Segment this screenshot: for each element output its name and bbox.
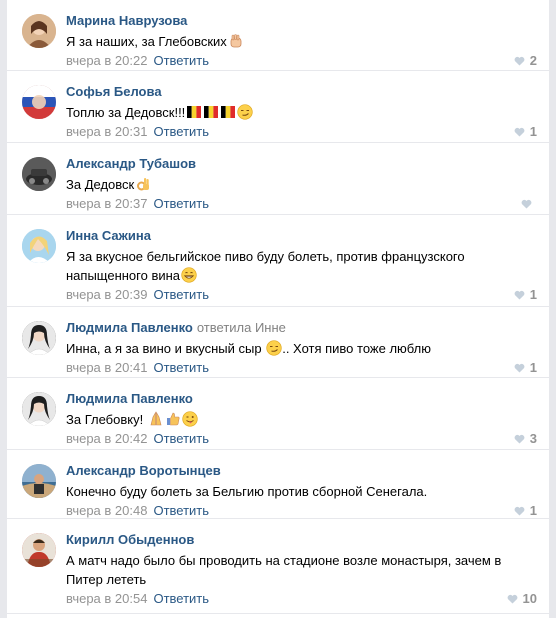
comment: Софья Белова Топлю за Дедовск!!! вчера в…	[7, 71, 549, 143]
comment-text: Я за наших, за Глебовских	[66, 32, 537, 51]
reply-button[interactable]: Ответить	[153, 503, 209, 518]
reply-button[interactable]: Ответить	[153, 360, 209, 375]
avatar[interactable]	[22, 229, 56, 263]
heart-icon	[514, 290, 525, 300]
comment: Александр Тубашов За Дедовск вчера в 20:…	[7, 143, 549, 215]
reply-to-label[interactable]: ответила Инне	[197, 320, 286, 335]
avatar[interactable]	[22, 85, 56, 119]
flag-belgium-icon	[220, 104, 236, 120]
comment-date[interactable]: вчера в 20:39	[66, 287, 147, 302]
like-count: 1	[529, 360, 537, 375]
like-button[interactable]: 1	[514, 359, 537, 377]
smirk-icon	[266, 340, 282, 356]
ok-hand-icon	[135, 176, 151, 192]
comment-text: За Глебовку!	[66, 410, 537, 429]
comment-date[interactable]: вчера в 20:48	[66, 503, 147, 518]
comments-list: Марина Наврузова Я за наших, за Глебовск…	[7, 0, 549, 614]
pray-icon	[148, 411, 164, 427]
like-count: 1	[529, 124, 537, 139]
heart-icon	[507, 594, 517, 604]
reply-button[interactable]: Ответить	[153, 53, 209, 68]
comment-text: Я за вкусное бельгийское пиво буду болет…	[66, 249, 465, 283]
like-button[interactable]	[521, 195, 537, 213]
comment: Кирилл Обыденнов А матч надо было бы про…	[7, 519, 549, 614]
comment-text: Топлю за Дедовск!!!	[66, 103, 537, 122]
heart-icon	[521, 199, 532, 209]
grin-icon	[181, 267, 197, 283]
flag-belgium-icon	[203, 104, 219, 120]
comment-text: Инна, а я за вино и вкусный сыр .. Хотя …	[66, 340, 431, 356]
wink-tongue-icon	[182, 411, 198, 427]
avatar[interactable]	[22, 533, 56, 567]
comment-author[interactable]: Александр Тубашов	[66, 156, 196, 171]
page-border-right	[549, 0, 556, 618]
comment-date[interactable]: вчера в 20:22	[66, 53, 147, 68]
comment-author[interactable]: Александр Воротынцев	[66, 463, 221, 478]
reply-button[interactable]: Ответить	[153, 591, 209, 606]
like-button[interactable]: 1	[514, 123, 537, 141]
avatar[interactable]	[22, 392, 56, 426]
comment-text: Конечно буду болеть за Бельгию против сб…	[66, 484, 428, 499]
like-count: 10	[522, 591, 537, 606]
comment-date[interactable]: вчера в 20:31	[66, 124, 147, 139]
heart-icon	[514, 363, 525, 373]
comment: Александр Воротынцев Конечно буду болеть…	[7, 450, 549, 519]
heart-icon	[514, 56, 525, 66]
like-button[interactable]: 1	[514, 286, 537, 304]
comment-author[interactable]: Людмила Павленко	[66, 391, 193, 406]
like-button[interactable]: 2	[514, 52, 537, 70]
avatar[interactable]	[22, 464, 56, 498]
comment: Марина Наврузова Я за наших, за Глебовск…	[7, 0, 549, 71]
comment-author[interactable]: Кирилл Обыденнов	[66, 532, 194, 547]
heart-icon	[514, 434, 525, 444]
heart-icon	[514, 127, 525, 137]
reply-button[interactable]: Ответить	[153, 124, 209, 139]
comment: Людмила Павленко ответила Инне Инна, а я …	[7, 307, 549, 378]
reply-button[interactable]: Ответить	[153, 287, 209, 302]
comment-author[interactable]: Людмила Павленко	[66, 320, 193, 335]
like-button[interactable]: 1	[514, 502, 537, 520]
comment: Людмила Павленко За Глебовку! вчера в 20…	[7, 378, 549, 450]
avatar[interactable]	[22, 157, 56, 191]
page-border-left	[0, 0, 7, 618]
comment-author[interactable]: Софья Белова	[66, 84, 162, 99]
like-count: 1	[529, 503, 537, 518]
reply-button[interactable]: Ответить	[153, 196, 209, 211]
comment-author[interactable]: Инна Сажина	[66, 228, 151, 243]
comment-text: За Дедовск	[66, 175, 537, 194]
like-count: 2	[529, 53, 537, 68]
reply-button[interactable]: Ответить	[153, 431, 209, 446]
comment-text: А матч надо было бы проводить на стадион…	[66, 553, 502, 587]
raised-fist-icon	[228, 33, 244, 49]
avatar[interactable]	[22, 321, 56, 355]
heart-icon	[514, 506, 525, 516]
comment: Инна Сажина Я за вкусное бельгийское пив…	[7, 215, 549, 307]
comment-date[interactable]: вчера в 20:42	[66, 431, 147, 446]
like-count: 3	[529, 431, 537, 446]
smirk-icon	[237, 104, 253, 120]
comment-date[interactable]: вчера в 20:41	[66, 360, 147, 375]
comment-date[interactable]: вчера в 20:37	[66, 196, 147, 211]
comment-author[interactable]: Марина Наврузова	[66, 13, 187, 28]
avatar[interactable]	[22, 14, 56, 48]
comment-date[interactable]: вчера в 20:54	[66, 591, 147, 606]
like-button[interactable]: 10	[507, 590, 537, 608]
like-button[interactable]: 3	[514, 430, 537, 448]
thumbs-up-icon	[165, 411, 181, 427]
like-count: 1	[529, 287, 537, 302]
flag-belgium-icon	[186, 104, 202, 120]
